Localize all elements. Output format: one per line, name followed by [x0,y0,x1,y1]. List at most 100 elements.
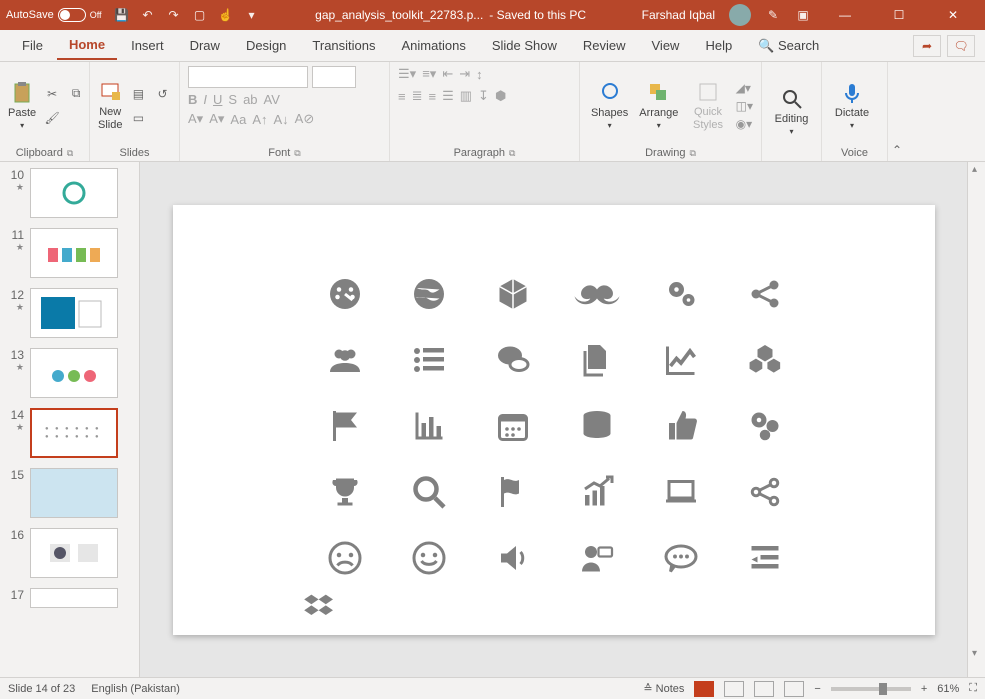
line-chart-icon[interactable] [639,327,723,393]
trophy-icon[interactable] [303,459,387,525]
comments-button[interactable]: 🗨 [947,35,975,57]
redo-icon[interactable]: ↷ [166,7,182,23]
thumb-12[interactable] [30,288,118,338]
paragraph-launcher-icon[interactable]: ⧉ [509,148,515,159]
drawing-launcher-icon[interactable]: ⧉ [689,148,695,159]
line-spacing-icon[interactable]: ↕ [476,67,483,82]
indent-dec-icon[interactable]: ⇤ [442,66,453,82]
undo-icon[interactable]: ↶ [140,7,156,23]
laptop-icon[interactable] [639,459,723,525]
cubes-icon[interactable] [723,327,807,393]
minimize-button[interactable]: — [825,0,865,30]
numbering-icon[interactable]: ≡▾ [422,66,436,82]
share-icon[interactable] [723,261,807,327]
thumb-15[interactable] [30,468,118,518]
shape-effects-icon[interactable]: ◉▾ [736,117,753,131]
text-direction-icon[interactable]: ↧ [478,88,489,104]
cut-icon[interactable]: ✂ [42,84,62,104]
section-icon[interactable]: ▭ [128,108,148,128]
database-icon[interactable] [555,393,639,459]
bar-chart-icon[interactable] [387,393,471,459]
tab-draw[interactable]: Draw [178,32,232,59]
qat-more-icon[interactable]: ▾ [244,7,260,23]
flag-wave-icon[interactable] [471,459,555,525]
collapse-ribbon-icon[interactable]: ⌃ [888,62,906,161]
language-status[interactable]: English (Pakistan) [91,683,180,695]
char-spacing-icon[interactable]: AV [264,92,280,107]
share2-icon[interactable] [723,459,807,525]
highlight-icon[interactable]: A▾ [209,111,224,127]
clipboard-launcher-icon[interactable]: ⧉ [67,148,73,159]
shadow-icon[interactable]: ab [243,92,257,107]
thumb-14[interactable]: ●●●●●●●●●●●● [30,408,118,458]
shape-outline-icon[interactable]: ◫▾ [736,99,753,113]
bold-icon[interactable]: B [188,92,197,107]
shapes-button[interactable]: Shapes▾ [588,71,631,141]
tab-insert[interactable]: Insert [119,32,176,59]
thumb-11[interactable] [30,228,118,278]
thumb-10[interactable] [30,168,118,218]
dropbox-icon[interactable] [303,591,339,630]
user-chat-icon[interactable] [555,525,639,591]
clear-format-icon[interactable]: A⊘ [295,111,315,127]
cube-icon[interactable] [471,261,555,327]
font-size-input[interactable] [312,66,356,88]
tab-transitions[interactable]: Transitions [300,32,387,59]
layout-icon[interactable]: ▤ [128,84,148,104]
zoom-in-icon[interactable]: + [921,683,927,695]
zoom-out-icon[interactable]: − [814,683,820,695]
bullets-icon[interactable]: ☰▾ [398,66,416,82]
reset-icon[interactable]: ↺ [152,84,172,104]
editing-button[interactable]: Editing▾ [770,77,813,147]
tab-slideshow[interactable]: Slide Show [480,32,569,59]
indent-inc-icon[interactable]: ⇥ [459,66,470,82]
slide-editor[interactable] [140,162,967,677]
maximize-button[interactable]: ☐ [879,0,919,30]
font-color-icon[interactable]: A▾ [188,111,203,127]
tab-file[interactable]: File [10,32,55,59]
chat-icon[interactable] [471,327,555,393]
flag-icon[interactable] [303,393,387,459]
align-left-icon[interactable]: ≡ [398,89,406,104]
tab-view[interactable]: View [640,32,692,59]
columns-icon[interactable]: ▥ [460,88,472,104]
files-icon[interactable] [555,327,639,393]
growth-chart-icon[interactable] [555,459,639,525]
reading-view-icon[interactable] [754,681,774,697]
tab-help[interactable]: Help [693,32,744,59]
tab-animations[interactable]: Animations [390,32,478,59]
gears-icon[interactable] [639,261,723,327]
shrink-font-icon[interactable]: A↓ [273,112,288,127]
change-case-icon[interactable]: Aa [230,112,246,127]
thumb-16[interactable] [30,528,118,578]
italic-icon[interactable]: I [203,92,207,107]
users-icon[interactable] [303,327,387,393]
slideshow-view-icon[interactable] [784,681,804,697]
avatar[interactable] [729,4,751,26]
speaker-icon[interactable] [471,525,555,591]
underline-icon[interactable]: U [213,92,222,107]
sad-face-icon[interactable] [303,525,387,591]
notes-button[interactable]: ≙ Notes [643,682,684,695]
tab-design[interactable]: Design [234,32,298,59]
new-slide-button[interactable]: New Slide [98,71,122,141]
format-painter-icon[interactable]: 🖌 [42,108,62,128]
font-launcher-icon[interactable]: ⧉ [294,148,300,159]
grow-font-icon[interactable]: A↑ [252,112,267,127]
copy-icon[interactable]: ⧉ [66,84,86,104]
list-icon[interactable] [387,327,471,393]
quick-styles-button[interactable]: Quick Styles [686,71,729,141]
autosave-switch[interactable] [58,8,86,22]
gears2-icon[interactable] [723,393,807,459]
shape-fill-icon[interactable]: ◢▾ [736,81,753,95]
close-button[interactable]: ✕ [933,0,973,30]
paste-button[interactable]: Paste ▾ [8,71,36,141]
share-button[interactable]: ➦ [913,35,941,57]
arrange-button[interactable]: Arrange▾ [637,71,680,141]
globe-icon[interactable] [387,261,471,327]
font-name-input[interactable] [188,66,308,88]
save-icon[interactable]: 💾 [114,7,130,23]
autosave-toggle[interactable]: AutoSave Off [6,8,102,22]
gauge-icon[interactable] [303,261,387,327]
normal-view-icon[interactable] [694,681,714,697]
